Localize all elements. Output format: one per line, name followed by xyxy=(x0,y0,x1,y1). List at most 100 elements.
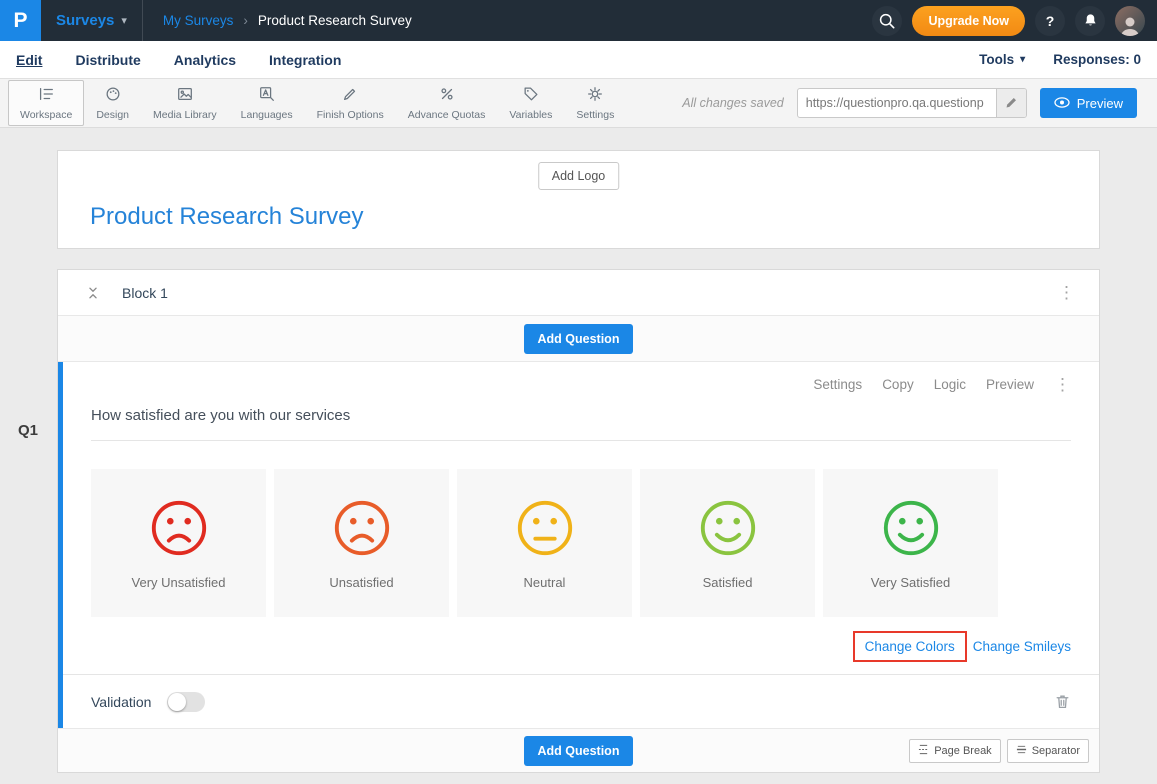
question-section: Q1 Settings Copy Logic Preview ⋮ How sat… xyxy=(58,362,1099,728)
smiley-option-label: Very Satisfied xyxy=(871,575,951,590)
validation-toggle[interactable] xyxy=(167,692,205,712)
toolbar-right: All changes saved https://questionpro.qa… xyxy=(682,88,1149,118)
toolbar-item-label: Variables xyxy=(509,109,552,121)
block-title[interactable]: Block 1 xyxy=(122,285,168,301)
add-question-button-top[interactable]: Add Question xyxy=(524,324,634,354)
questionpro-logo[interactable]: P xyxy=(0,0,41,41)
product-switcher[interactable]: Surveys ▾ xyxy=(41,12,142,29)
survey-url-box: https://questionpro.qa.questionp xyxy=(797,88,1027,118)
question-logic-link[interactable]: Logic xyxy=(934,377,966,392)
separator-button[interactable]: Separator xyxy=(1007,739,1089,763)
block-menu-dots-icon[interactable]: ⋮ xyxy=(1058,284,1079,301)
breadcrumb-separator: › xyxy=(243,13,248,28)
toolbar-item-label: Languages xyxy=(241,109,293,121)
question-menu-dots-icon[interactable]: ⋮ xyxy=(1054,376,1071,393)
notifications-bell-icon[interactable] xyxy=(1075,6,1105,36)
nav-right: Tools ▾ Responses: 0 xyxy=(979,52,1141,67)
chevron-down-icon: ▾ xyxy=(121,14,127,27)
smiley-links-row: Change Colors Change Smileys xyxy=(91,631,1071,662)
survey-url-input[interactable]: https://questionpro.qa.questionp xyxy=(798,89,996,117)
add-question-button-bottom[interactable]: Add Question xyxy=(524,736,634,766)
question-text[interactable]: How satisfied are you with our services xyxy=(91,407,1071,441)
separator-icon xyxy=(1016,744,1027,758)
page-break-button[interactable]: Page Break xyxy=(909,739,1000,763)
smiley-option-satisfied[interactable]: Satisfied xyxy=(640,469,815,617)
survey-header-card: Add Logo Product Research Survey xyxy=(57,150,1100,249)
help-icon[interactable]: ? xyxy=(1035,6,1065,36)
page-break-label: Page Break xyxy=(934,745,991,757)
tools-label: Tools xyxy=(979,52,1014,67)
question-copy-link[interactable]: Copy xyxy=(882,377,914,392)
gear-icon xyxy=(586,85,604,106)
preview-button[interactable]: Preview xyxy=(1040,88,1137,118)
toolbar-item-label: Workspace xyxy=(20,109,72,121)
editor-toolbar: Workspace Design Media Library Languages… xyxy=(0,79,1157,128)
toolbar-item-advance-quotas[interactable]: Advance Quotas xyxy=(396,80,498,126)
smiley-option-unsatisfied[interactable]: Unsatisfied xyxy=(274,469,449,617)
survey-title[interactable]: Product Research Survey xyxy=(90,203,363,231)
breadcrumb-my-surveys[interactable]: My Surveys xyxy=(163,13,234,28)
autosave-status: All changes saved xyxy=(682,96,783,110)
smile-smiley-icon xyxy=(697,497,759,559)
smiley-option-very-unsatisfied[interactable]: Very Unsatisfied xyxy=(91,469,266,617)
delete-question-trash-icon[interactable] xyxy=(1054,693,1071,710)
edit-url-pencil-icon[interactable] xyxy=(996,89,1026,117)
toolbar-item-settings[interactable]: Settings xyxy=(564,80,626,126)
tab-integration[interactable]: Integration xyxy=(269,52,341,68)
user-avatar[interactable] xyxy=(1115,6,1145,36)
divider xyxy=(142,0,143,41)
eye-icon xyxy=(1054,96,1070,111)
toolbar-item-variables[interactable]: Variables xyxy=(497,80,564,126)
question-settings-link[interactable]: Settings xyxy=(813,377,862,392)
toolbar-item-label: Design xyxy=(96,109,129,121)
pencil-brush-icon xyxy=(341,85,359,106)
frown-smiley-icon xyxy=(331,497,393,559)
responses-count[interactable]: Responses: 0 xyxy=(1053,52,1141,67)
validation-label: Validation xyxy=(91,694,151,710)
toolbar-item-languages[interactable]: Languages xyxy=(229,80,305,126)
tag-icon xyxy=(522,85,540,106)
workspace-icon xyxy=(37,85,55,106)
upgrade-now-button[interactable]: Upgrade Now xyxy=(912,6,1025,36)
block-header: Block 1 ⋮ xyxy=(58,270,1099,316)
editor-content: Add Logo Product Research Survey Block 1… xyxy=(0,128,1157,773)
smiley-option-label: Satisfied xyxy=(703,575,753,590)
product-switcher-label: Surveys xyxy=(56,12,114,29)
separator-label: Separator xyxy=(1032,745,1080,757)
change-colors-link[interactable]: Change Colors xyxy=(865,639,955,654)
block-card: Block 1 ⋮ Add Question Q1 Settings Copy … xyxy=(57,269,1100,773)
collapse-block-icon[interactable] xyxy=(86,286,100,300)
chevron-down-icon: ▾ xyxy=(1020,54,1025,65)
toolbar-item-finish-options[interactable]: Finish Options xyxy=(305,80,396,126)
question-preview-link[interactable]: Preview xyxy=(986,377,1034,392)
breadcrumb-current-survey: Product Research Survey xyxy=(258,13,412,28)
preview-button-label: Preview xyxy=(1077,96,1123,111)
question-mark-glyph: ? xyxy=(1046,13,1055,29)
smile-smiley-icon xyxy=(880,497,942,559)
change-smileys-link[interactable]: Change Smileys xyxy=(973,639,1071,654)
topbar-actions: Upgrade Now ? xyxy=(872,6,1157,36)
breadcrumb: My Surveys › Product Research Survey xyxy=(163,13,412,28)
toolbar-item-workspace[interactable]: Workspace xyxy=(8,80,84,126)
add-logo-button[interactable]: Add Logo xyxy=(538,162,620,190)
search-icon[interactable] xyxy=(872,6,902,36)
toolbar-item-label: Advance Quotas xyxy=(408,109,486,121)
tools-menu[interactable]: Tools ▾ xyxy=(979,52,1025,67)
percent-icon xyxy=(438,85,456,106)
smiley-options-row: Very Unsatisfied Unsatisf xyxy=(91,469,1071,617)
toolbar-item-label: Settings xyxy=(576,109,614,121)
toolbar-item-design[interactable]: Design xyxy=(84,80,141,126)
smiley-option-very-satisfied[interactable]: Very Satisfied xyxy=(823,469,998,617)
footer-right-buttons: Page Break Separator xyxy=(909,739,1089,763)
tab-distribute[interactable]: Distribute xyxy=(75,52,140,68)
nav-tabs: Edit Distribute Analytics Integration xyxy=(16,52,341,68)
tab-edit[interactable]: Edit xyxy=(16,52,42,68)
image-icon xyxy=(176,85,194,106)
smiley-option-label: Neutral xyxy=(524,575,566,590)
tab-analytics[interactable]: Analytics xyxy=(174,52,236,68)
smiley-option-label: Very Unsatisfied xyxy=(132,575,226,590)
smiley-option-neutral[interactable]: Neutral xyxy=(457,469,632,617)
block-footer: Add Question Page Break Separator xyxy=(58,728,1099,772)
toolbar-item-media-library[interactable]: Media Library xyxy=(141,80,229,126)
survey-nav-bar: Edit Distribute Analytics Integration To… xyxy=(0,41,1157,79)
